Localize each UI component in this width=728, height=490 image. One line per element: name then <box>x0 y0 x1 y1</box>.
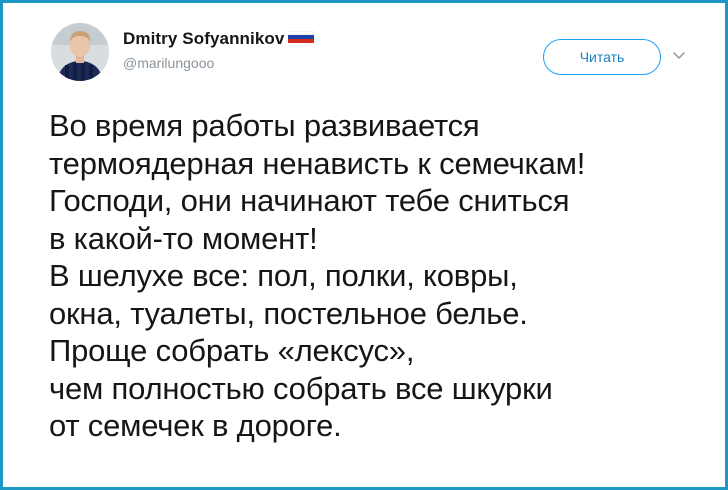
tweet-line: термоядерная ненависть к семечкам! <box>49 145 586 181</box>
user-avatar[interactable] <box>51 23 109 81</box>
tweet-text: Во время работы развивается термоядерная… <box>49 107 709 445</box>
tweet-line: Проще собрать «лексус», <box>49 333 415 368</box>
tweet-line: Во время работы развивается <box>49 108 480 143</box>
tweet-line: в какой-то момент! <box>49 220 318 256</box>
tweet-card: Dmitry Sofyannikov @marilungooo Читать В… <box>0 0 728 490</box>
tweet-line: чем полностью собрать все шкурки <box>49 370 553 406</box>
author-display-name[interactable]: Dmitry Sofyannikov <box>123 29 284 49</box>
author-name-row: Dmitry Sofyannikov <box>123 27 315 51</box>
tweet-line: от семечек в дороге. <box>49 408 342 443</box>
author-handle[interactable]: @marilungooo <box>123 55 214 71</box>
chevron-down-icon[interactable] <box>672 51 686 61</box>
follow-button[interactable]: Читать <box>543 39 661 75</box>
tweet-line: окна, туалеты, постельное белье. <box>49 295 528 331</box>
tweet-line: В шелухе все: пол, полки, ковры, <box>49 258 518 293</box>
russia-flag-icon <box>288 31 315 43</box>
tweet-line: Господи, они начинают тебе сниться <box>49 183 570 218</box>
avatar-image <box>51 23 109 81</box>
